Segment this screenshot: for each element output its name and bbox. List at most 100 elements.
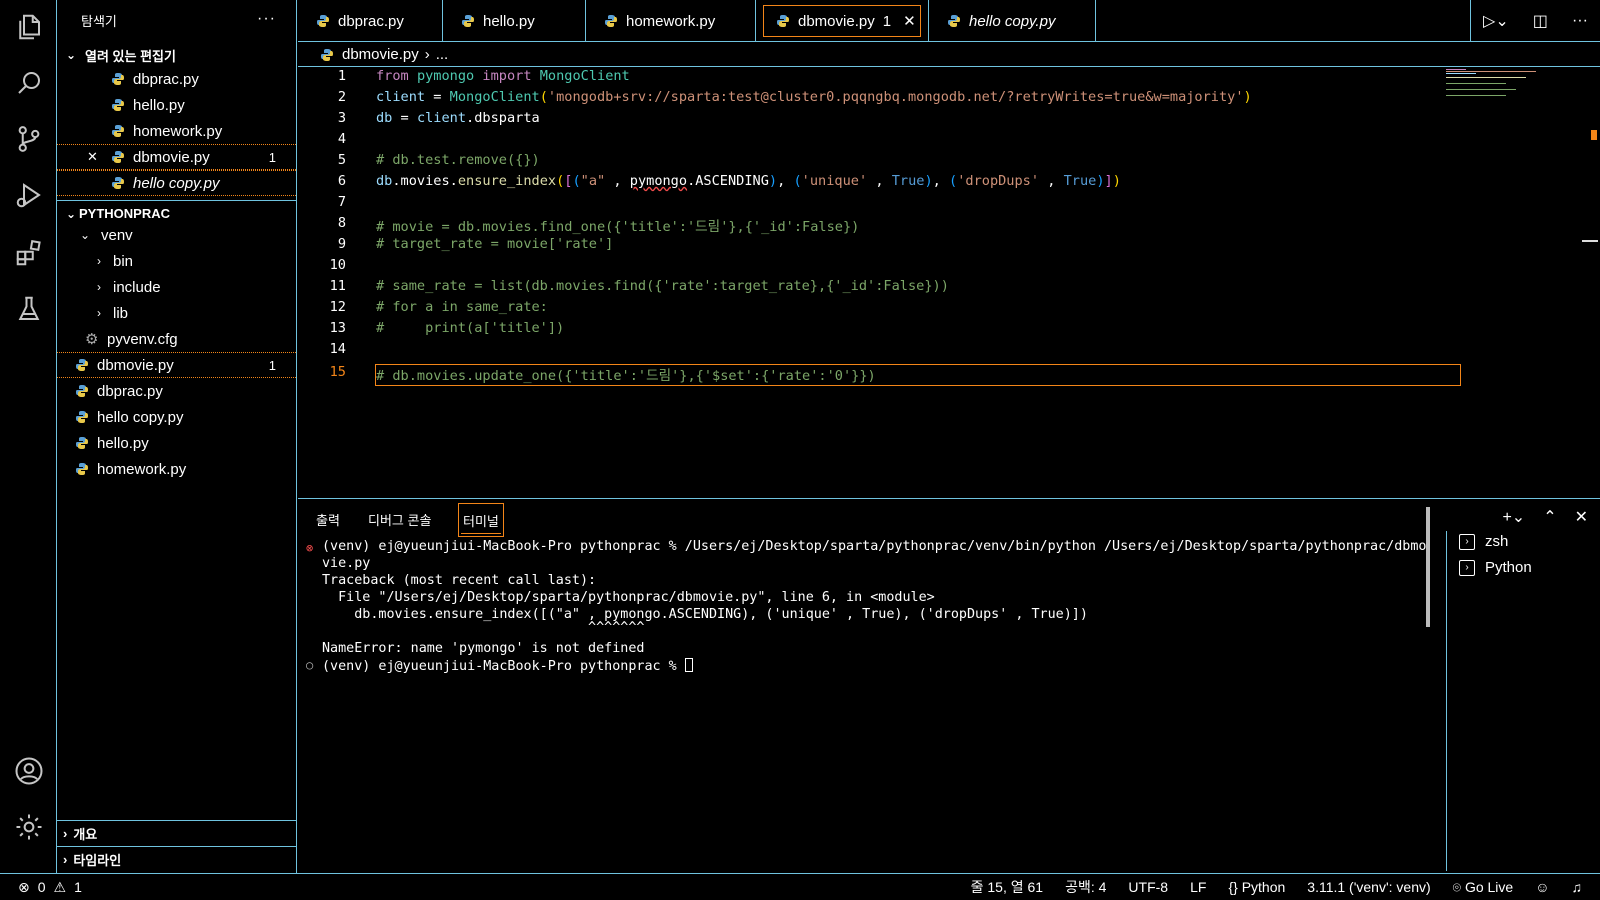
- terminal-scrollbar[interactable]: [1426, 507, 1430, 627]
- language-mode[interactable]: {} Python: [1228, 879, 1285, 895]
- code-token: (: [572, 173, 581, 189]
- problems-indicator[interactable]: ⊗ 0 ⚠ 1: [18, 879, 82, 896]
- code-editor[interactable]: 1 2 3 4 5 6 7 8 9 10 11 12 13 14 15 from…: [298, 68, 1600, 498]
- python-file-icon: [317, 15, 329, 27]
- go-live[interactable]: ⌾ Go Live: [1453, 879, 1514, 896]
- new-terminal-icon[interactable]: +⌄: [1502, 507, 1525, 527]
- line-number: 7: [337, 194, 346, 210]
- tab-hello[interactable]: hello.py: [443, 0, 586, 42]
- terminal-list: › zsh › Python: [1446, 531, 1600, 871]
- notifications-bell-icon[interactable]: ♫: [1572, 879, 1583, 895]
- file-item[interactable]: dbprac.py: [57, 378, 296, 404]
- timeline-header[interactable]: › 타임라인: [57, 846, 296, 872]
- file-item[interactable]: homework.py: [57, 456, 296, 482]
- split-editor-icon[interactable]: ◫: [1533, 11, 1548, 31]
- python-file-icon: [112, 99, 124, 111]
- more-actions-icon[interactable]: ···: [1572, 12, 1588, 30]
- close-icon[interactable]: ✕: [903, 12, 916, 30]
- run-debug-icon[interactable]: [12, 178, 46, 212]
- tab-homework[interactable]: homework.py: [586, 0, 756, 42]
- file-item[interactable]: hello copy.py: [57, 404, 296, 430]
- account-icon[interactable]: [12, 754, 46, 788]
- breadcrumb-symbol[interactable]: ...: [436, 46, 449, 63]
- status-right: 줄 15, 열 61 공백: 4 UTF-8 LF {} Python 3.11…: [971, 877, 1582, 897]
- file-item[interactable]: hello.py: [57, 430, 296, 456]
- close-icon[interactable]: ✕: [87, 149, 103, 165]
- file-pyvenv-cfg[interactable]: ⚙ pyvenv.cfg: [57, 326, 296, 352]
- file-label: hello copy.py: [97, 408, 184, 426]
- open-editors-header[interactable]: ⌄ 열려 있는 편집기: [57, 42, 296, 68]
- code-token: ): [1243, 89, 1252, 105]
- settings-gear-icon[interactable]: [12, 810, 46, 844]
- open-editor-item[interactable]: hello copy.py: [57, 170, 296, 196]
- extensions-icon[interactable]: [12, 236, 46, 270]
- broadcast-icon: ⌾: [1452, 878, 1462, 895]
- tab-hello-copy[interactable]: hello copy.py: [928, 0, 1096, 42]
- run-icon[interactable]: ▷⌄: [1483, 11, 1509, 31]
- python-interpreter[interactable]: 3.11.1 ('venv': venv): [1307, 879, 1430, 895]
- code-line: # for a in same_rate:: [376, 299, 548, 315]
- indentation[interactable]: 공백: 4: [1065, 877, 1106, 897]
- code-line: from pymongo import MongoClient: [376, 68, 630, 84]
- warning-count: 1: [74, 879, 82, 895]
- explorer-icon[interactable]: [12, 10, 46, 44]
- error-count: 0: [37, 879, 46, 895]
- code-token: from: [376, 68, 409, 84]
- tab-dbprac[interactable]: dbprac.py: [298, 0, 443, 42]
- python-file-icon: [76, 359, 88, 371]
- tab-debug-console[interactable]: 디버그 콘솔: [368, 499, 431, 539]
- breadcrumb-file[interactable]: dbmovie.py: [342, 46, 419, 63]
- close-panel-icon[interactable]: ✕: [1575, 507, 1588, 527]
- scrollbar-marker: [1591, 130, 1597, 140]
- python-file-icon: [777, 15, 789, 27]
- line-number: 3: [337, 110, 346, 126]
- code-line: # same_rate = list(db.movies.find({'rate…: [376, 278, 949, 294]
- maximize-panel-icon[interactable]: ⌃: [1543, 507, 1556, 527]
- tab-terminal[interactable]: 터미널: [458, 503, 504, 537]
- file-item[interactable]: dbmovie.py 1: [57, 352, 296, 378]
- code-token: ]: [1104, 173, 1113, 189]
- encoding[interactable]: UTF-8: [1128, 879, 1168, 895]
- source-control-icon[interactable]: [12, 122, 46, 156]
- code-token: db: [376, 110, 393, 126]
- chevron-down-icon: ⌄: [65, 48, 77, 62]
- folder-include[interactable]: › include: [57, 274, 296, 300]
- python-file-icon: [605, 15, 617, 27]
- braces-icon: {}: [1228, 879, 1238, 895]
- cursor-position[interactable]: 줄 15, 열 61: [971, 877, 1043, 897]
- python-file-icon: [76, 437, 88, 449]
- testing-icon[interactable]: [12, 292, 46, 326]
- folder-bin[interactable]: › bin: [57, 248, 296, 274]
- terminal-item-python[interactable]: › Python: [1459, 559, 1532, 576]
- warning-icon: ⚠: [53, 878, 67, 895]
- activity-bar: [0, 0, 57, 873]
- minimap[interactable]: [1446, 68, 1560, 98]
- line-number: 14: [329, 341, 346, 357]
- timeline-label: 타임라인: [73, 853, 122, 868]
- open-editor-item-active[interactable]: ✕ dbmovie.py 1: [57, 144, 296, 170]
- outline-header[interactable]: › 개요: [57, 820, 296, 846]
- prompt-marker-icon: ○: [306, 658, 314, 672]
- folder-venv[interactable]: ⌄ venv: [57, 222, 296, 248]
- open-editor-item[interactable]: dbprac.py: [57, 66, 296, 92]
- terminal-item-zsh[interactable]: › zsh: [1459, 533, 1508, 550]
- open-editor-item[interactable]: homework.py: [57, 118, 296, 144]
- folder-lib[interactable]: › lib: [57, 300, 296, 326]
- tab-dbmovie[interactable]: dbmovie.py 1 ✕: [763, 5, 921, 37]
- terminal[interactable]: ⊗ (venv) ej@yueunjiui-MacBook-Pro python…: [298, 539, 1426, 869]
- code-token: True: [1063, 173, 1097, 189]
- end-of-line[interactable]: LF: [1190, 879, 1206, 895]
- search-icon[interactable]: [12, 66, 46, 100]
- code-token: 'unique': [801, 173, 868, 189]
- chevron-right-icon: ›: [97, 280, 101, 294]
- python-file-icon: [112, 151, 124, 163]
- open-editor-label: dbprac.py: [133, 70, 199, 88]
- open-editor-item[interactable]: hello.py: [57, 92, 296, 118]
- code-token: True: [891, 173, 925, 189]
- tab-output[interactable]: 출력: [316, 499, 340, 539]
- line-number: 11: [329, 278, 346, 294]
- feedback-icon[interactable]: ☺: [1535, 879, 1549, 895]
- more-actions-icon[interactable]: ···: [257, 10, 276, 28]
- terminal-line: (venv) ej@yueunjiui-MacBook-Pro pythonpr…: [322, 539, 1427, 554]
- code-token: ): [1112, 173, 1121, 189]
